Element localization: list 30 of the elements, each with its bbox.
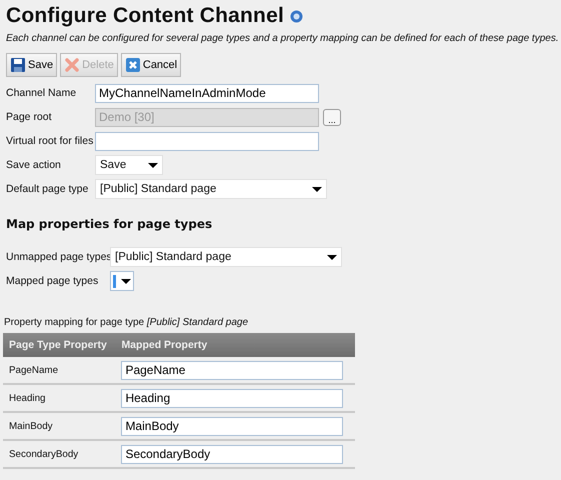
field-label: Channel Name bbox=[6, 87, 78, 99]
section-heading: Map properties for page types bbox=[6, 217, 214, 231]
table-cell: PageName bbox=[3, 357, 116, 384]
column-header: Page Type Property bbox=[3, 333, 116, 357]
table-cell: SecondaryBody bbox=[3, 440, 116, 468]
dropdown[interactable]: [Public] Standard page bbox=[110, 247, 342, 267]
dropdown[interactable]: Save bbox=[95, 155, 163, 175]
x-icon bbox=[64, 57, 80, 73]
dropdown[interactable] bbox=[110, 271, 134, 291]
field-label: Mapped page types bbox=[6, 275, 100, 287]
field-label: Default page type bbox=[6, 183, 90, 195]
toolbar-button[interactable]: Cancel bbox=[120, 53, 182, 77]
field-label: Page root bbox=[6, 111, 53, 123]
table-cell: Heading bbox=[3, 384, 116, 412]
text-field[interactable]: Heading bbox=[121, 388, 344, 408]
dropdown[interactable]: [Public] Standard page bbox=[95, 179, 327, 199]
close-icon bbox=[124, 57, 141, 73]
page-title: Configure Content Channel bbox=[6, 4, 284, 28]
toolbar-button[interactable]: Save bbox=[6, 53, 58, 77]
table-cell: MainBody bbox=[3, 412, 116, 440]
text-field[interactable]: PageName bbox=[121, 360, 344, 380]
description: Each channel can be configured for several page types and a property mapping can be defined for each of these page types. bbox=[6, 32, 555, 45]
field-label: Save action bbox=[6, 159, 62, 171]
text-field[interactable]: MyChannelNameInAdminMode bbox=[95, 84, 319, 102]
text-field[interactable] bbox=[95, 132, 319, 150]
column-header: Mapped Property bbox=[115, 333, 355, 357]
table-caption: Property mapping for page type [Public] Standard page bbox=[4, 317, 250, 328]
text-field[interactable]: MainBody bbox=[121, 416, 344, 436]
field-label: Virtual root for files bbox=[6, 135, 94, 147]
text-field[interactable]: SecondaryBody bbox=[121, 444, 344, 464]
